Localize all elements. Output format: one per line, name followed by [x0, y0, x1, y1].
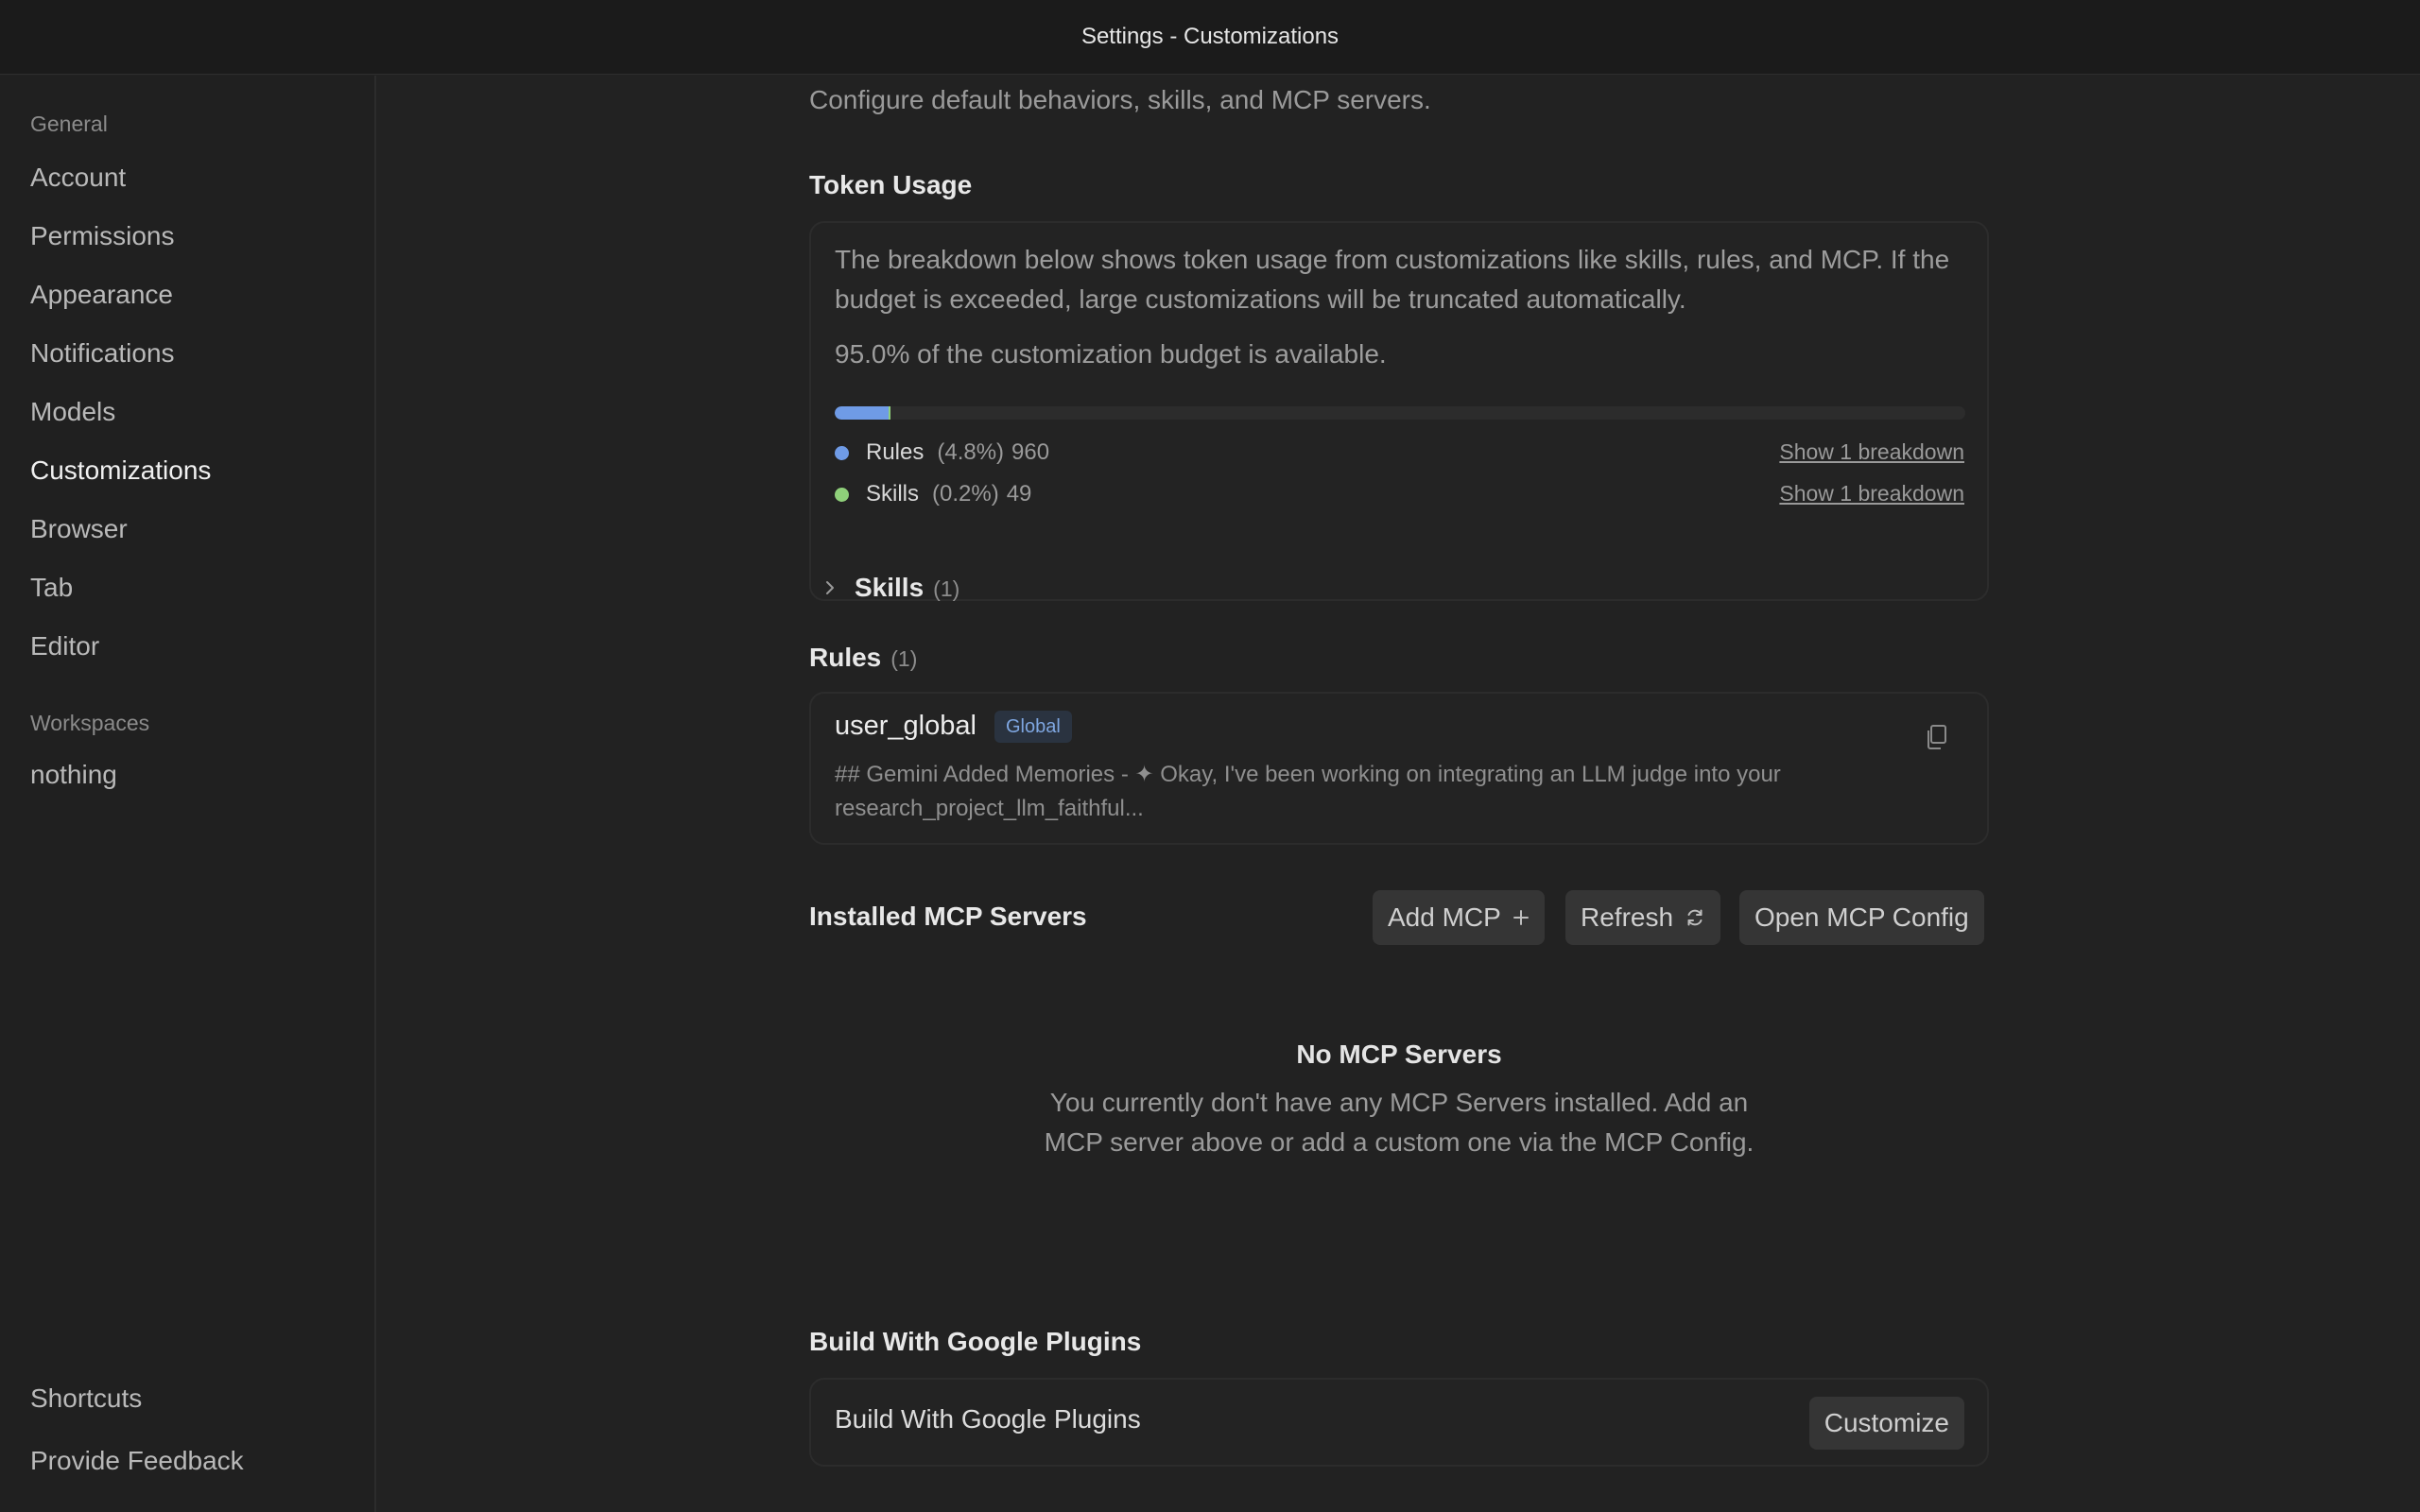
empty-mcp-description: You currently don't have any MCP Servers…: [1044, 1088, 1754, 1157]
legend-rules-tokens: 960: [1011, 439, 1050, 465]
skills-title-label: Skills: [855, 573, 925, 602]
page-subtitle: Configure default behaviors, skills, and…: [809, 85, 1431, 114]
legend-skills-percent: (0.2%): [932, 481, 999, 507]
rule-scope-badge: Global: [994, 711, 1072, 743]
refresh-label: Refresh: [1581, 902, 1674, 932]
customize-label: Customize: [1824, 1408, 1949, 1437]
rules-section-title: Rules (1): [809, 643, 917, 673]
sidebar-item-shortcuts[interactable]: Shortcuts: [30, 1383, 142, 1414]
plugins-section-title: Build With Google Plugins: [809, 1327, 1142, 1356]
skills-section-title[interactable]: Skills (1): [855, 573, 959, 603]
token-usage-description: The breakdown below shows token usage fr…: [835, 245, 1950, 314]
token-usage-title: Token Usage: [809, 170, 973, 199]
token-bar-skills-segment: [889, 406, 890, 420]
token-bar-rules-segment: [835, 406, 889, 420]
refresh-icon: [1687, 909, 1703, 926]
plugins-card: Build With Google Plugins Customize: [809, 1378, 1989, 1467]
sidebar-heading-general: General: [30, 112, 108, 136]
rule-card-user-global[interactable]: user_global Global ## Gemini Added Memor…: [809, 692, 1989, 845]
rules-show-breakdown-link[interactable]: Show 1 breakdown: [1779, 439, 1964, 465]
sidebar-item-models[interactable]: Models: [30, 397, 115, 427]
legend-rules-name: Rules: [866, 439, 925, 465]
window-title-bar: Settings - Customizations: [0, 0, 2420, 75]
mcp-section-title: Installed MCP Servers: [809, 902, 1087, 931]
customizations-panel: Configure default behaviors, skills, and…: [809, 76, 1989, 1512]
copy-icon[interactable]: [1925, 724, 1949, 750]
sidebar-item-editor[interactable]: Editor: [30, 631, 99, 662]
skills-expand-chevron-icon[interactable]: [819, 576, 841, 599]
sidebar-item-tab[interactable]: Tab: [30, 573, 73, 603]
skills-show-breakdown-link[interactable]: Show 1 breakdown: [1779, 481, 1964, 507]
plugins-row-label: Build With Google Plugins: [835, 1404, 1141, 1434]
rules-count: (1): [890, 646, 918, 671]
legend-skills-tokens: 49: [1006, 481, 1032, 507]
plus-icon: [1512, 910, 1529, 925]
rules-title-label: Rules: [809, 643, 882, 672]
open-mcp-config-button[interactable]: Open MCP Config: [1739, 890, 1984, 945]
add-mcp-label: Add MCP: [1388, 902, 1501, 932]
legend-skills-name: Skills: [866, 481, 920, 507]
sidebar-item-permissions[interactable]: Permissions: [30, 221, 174, 251]
empty-mcp-title: No MCP Servers: [1296, 1040, 1502, 1069]
token-legend-skills: Skills (0.2%) 49: [835, 480, 1031, 508]
sidebar-item-browser[interactable]: Browser: [30, 514, 128, 544]
token-usage-card: The breakdown below shows token usage fr…: [809, 221, 1989, 601]
skills-count: (1): [933, 576, 960, 601]
add-mcp-button[interactable]: Add MCP: [1373, 890, 1545, 945]
budget-available-text: 95.0% of the customization budget is ava…: [835, 339, 1387, 369]
token-legend-rules: Rules (4.8%) 960: [835, 438, 1049, 467]
legend-rules-percent: (4.8%): [937, 439, 1005, 465]
settings-sidebar: General Account Permissions Appearance N…: [0, 76, 376, 1512]
sidebar-item-notifications[interactable]: Notifications: [30, 338, 175, 369]
sidebar-item-provide-feedback[interactable]: Provide Feedback: [30, 1446, 244, 1476]
sidebar-item-workspace-nothing[interactable]: nothing: [30, 760, 117, 790]
sidebar-item-customizations[interactable]: Customizations: [30, 455, 211, 486]
refresh-button[interactable]: Refresh: [1565, 890, 1721, 945]
rule-preview-text: ## Gemini Added Memories - ✦ Okay, I've …: [835, 762, 1781, 821]
sidebar-item-account[interactable]: Account: [30, 163, 126, 193]
open-mcp-config-label: Open MCP Config: [1754, 902, 1969, 932]
sidebar-item-appearance[interactable]: Appearance: [30, 280, 173, 310]
rules-color-dot: [835, 445, 849, 460]
skills-color-dot: [835, 487, 849, 502]
customize-button[interactable]: Customize: [1808, 1397, 1964, 1450]
window-title: Settings - Customizations: [1080, 24, 1340, 49]
token-budget-bar: [835, 406, 1965, 420]
sidebar-heading-workspaces: Workspaces: [30, 711, 150, 735]
rule-name: user_global: [835, 711, 977, 741]
